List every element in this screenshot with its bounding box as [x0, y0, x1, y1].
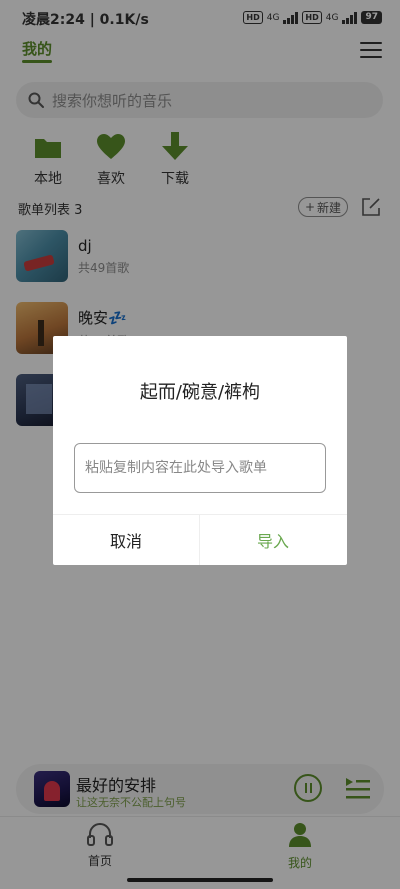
cancel-button[interactable]: 取消 [53, 515, 199, 565]
dialog-title: 起而/碗意/裤枸 [139, 382, 261, 403]
import-button[interactable]: 导入 [200, 515, 346, 565]
import-text-input[interactable] [74, 443, 326, 493]
import-playlist-dialog: 起而/碗意/裤枸 取消 导入 [53, 336, 347, 565]
